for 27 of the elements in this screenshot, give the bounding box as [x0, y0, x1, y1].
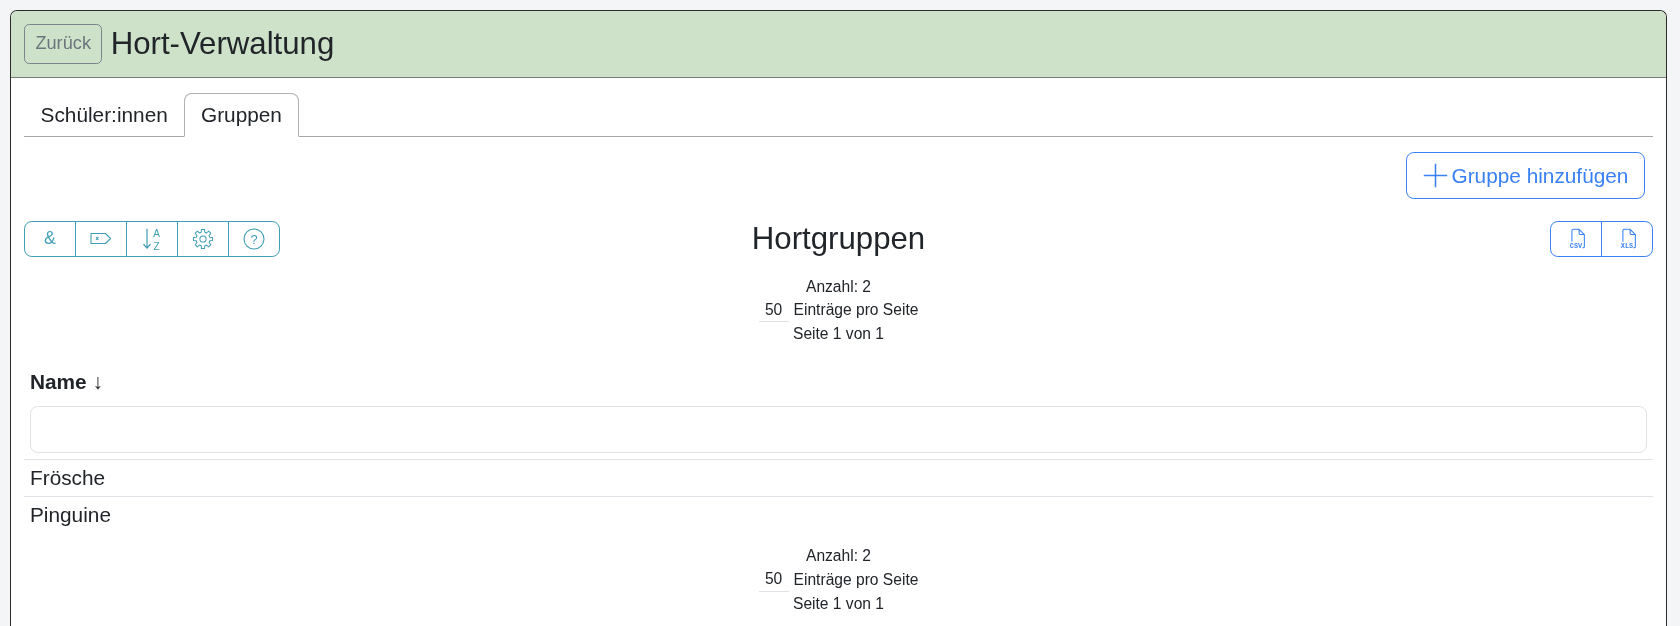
back-button[interactable]: Zurück [24, 24, 103, 64]
record-count: Anzahl: 2 [806, 545, 871, 566]
tab[interactable]: Schüler:innen [24, 92, 185, 137]
section-title: Hortgruppen [751, 220, 926, 257]
add-group-button[interactable]: Gruppe hinzufügen [1405, 151, 1645, 199]
page-indicator: Seite 1 von 1 [793, 324, 884, 345]
page-size-label: Einträge pro Seite [793, 569, 919, 590]
tag-icon [90, 232, 112, 246]
page-size-field[interactable]: 50 [758, 297, 789, 323]
window-title: Hort-Verwaltung [110, 25, 335, 63]
page-size-label: Einträge pro Seite [793, 300, 919, 321]
column-header[interactable]: Name ↓ [30, 365, 103, 397]
tab[interactable]: Gruppen [184, 92, 299, 137]
page-indicator: Seite 1 von 1 [793, 593, 884, 614]
filter-field[interactable] [30, 405, 1647, 453]
tag-button[interactable] [75, 220, 127, 257]
plus-icon [1422, 162, 1448, 188]
settings-icon [192, 227, 214, 250]
table-cell: Pinguine [24, 495, 1653, 533]
ampersand-button[interactable]: & [24, 220, 76, 257]
sort-button[interactable]: A Z [126, 220, 178, 257]
help-button[interactable]: ? [228, 220, 280, 257]
record-count: Anzahl: 2 [806, 276, 871, 297]
help-icon: ? [243, 227, 265, 250]
settings-button[interactable] [177, 220, 229, 257]
page-size-field[interactable]: 50 [758, 567, 789, 592]
table-cell: Frösche [24, 458, 1653, 496]
